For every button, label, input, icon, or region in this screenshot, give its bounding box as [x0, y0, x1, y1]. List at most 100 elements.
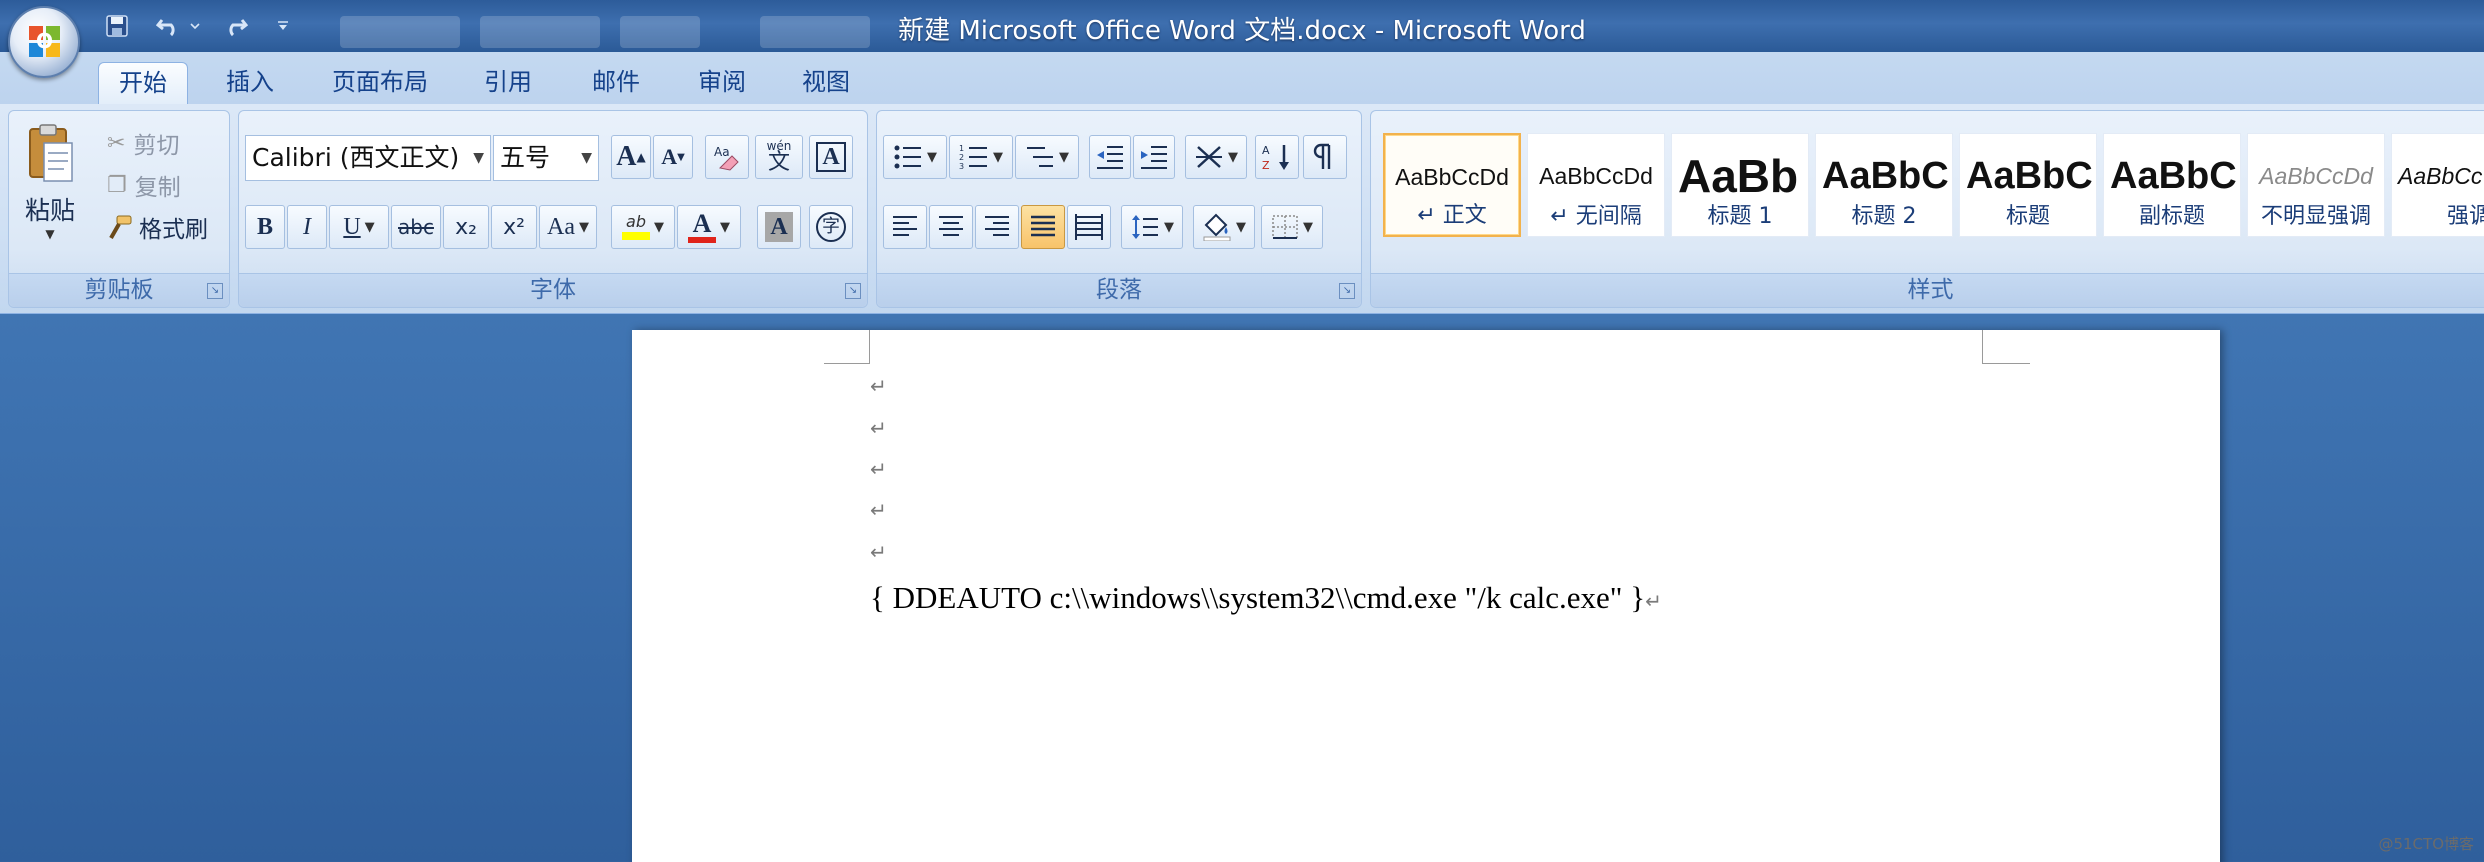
phonetic-guide-button[interactable]: wén 文 [755, 135, 803, 179]
distributed-icon [1075, 214, 1103, 240]
paste-dropdown-icon[interactable]: ▼ [17, 227, 83, 241]
italic-button[interactable]: I [287, 205, 327, 249]
highlight-dropdown-icon[interactable]: ▼ [654, 220, 664, 235]
undo-icon[interactable] [152, 9, 186, 43]
undo-dropdown-icon[interactable] [186, 9, 204, 43]
font-dialog-launcher-icon[interactable]: ↘ [845, 283, 861, 299]
underline-button[interactable]: U ▼ [329, 205, 389, 249]
increase-indent-icon [1141, 146, 1167, 169]
style-sample: AaBbC [1822, 155, 1949, 197]
align-center-button[interactable] [929, 205, 973, 249]
style-subtle-emphasis[interactable]: AaBbCcDd 不明显强调 [2247, 133, 2385, 237]
sort-button[interactable]: AZ [1255, 135, 1299, 179]
style-emphasis[interactable]: AaBbCc 强调 [2391, 133, 2484, 237]
style-sample: AaBb [1678, 150, 1799, 202]
copy-button[interactable]: ❐ 复制 [107, 167, 181, 203]
paragraph-mark: ↵ [870, 498, 887, 522]
change-case-dropdown-icon[interactable]: ▼ [579, 220, 589, 235]
multilevel-list-icon [1027, 147, 1053, 167]
style-heading-2[interactable]: AaBbC 标题 2 [1815, 133, 1953, 237]
numbering-icon: 123 [959, 144, 987, 171]
grow-font-icon: A [616, 141, 637, 172]
style-normal[interactable]: AaBbCcDd ↵ 正文 [1383, 133, 1521, 237]
style-title[interactable]: AaBbC 标题 [1959, 133, 2097, 237]
line-spacing-dropdown-icon[interactable]: ▼ [1164, 220, 1174, 235]
tab-view[interactable]: 视图 [782, 62, 870, 104]
justify-button[interactable] [1021, 205, 1065, 249]
change-case-button[interactable]: Aa ▼ [539, 205, 597, 249]
character-border-icon: A [816, 142, 846, 172]
tab-insert[interactable]: 插入 [206, 62, 294, 104]
tab-home[interactable]: 开始 [98, 62, 188, 104]
font-name-dropdown-icon[interactable]: ▼ [473, 136, 484, 180]
numbering-button[interactable]: 123 ▼ [949, 135, 1013, 179]
shading-dropdown-icon[interactable]: ▼ [1236, 220, 1246, 235]
subscript-button[interactable]: x₂ [443, 205, 489, 249]
svg-text:Aa: Aa [714, 145, 730, 159]
borders-button[interactable]: ▼ [1261, 205, 1323, 249]
font-size-select[interactable]: 五号 ▼ [493, 135, 599, 181]
svg-text:3: 3 [959, 162, 964, 171]
grow-font-button[interactable]: A ▲ [611, 135, 651, 179]
font-color-dropdown-icon[interactable]: ▼ [720, 220, 730, 235]
style-name: 不明显强调 [2260, 204, 2371, 229]
character-shading-button[interactable]: A [757, 205, 801, 249]
style-subtitle[interactable]: AaBbC 副标题 [2103, 133, 2241, 237]
shading-button[interactable]: ▼ [1193, 205, 1255, 249]
shrink-font-icon: A [661, 144, 678, 169]
multilevel-list-dropdown-icon[interactable]: ▼ [1059, 150, 1069, 165]
superscript-button[interactable]: x² [491, 205, 537, 249]
strikethrough-button[interactable]: abc [391, 205, 441, 249]
tab-review[interactable]: 审阅 [678, 62, 766, 104]
watermark: @51CTO博客 [2378, 835, 2474, 853]
format-painter-button[interactable]: 格式刷 [107, 209, 208, 245]
font-name-select[interactable]: Calibri (西文正文) ▼ [245, 135, 491, 181]
ribbon: 粘贴 ▼ ✂ 剪切 ❐ 复制 格式刷 剪贴板 ↘ Calibri (西文正文) … [0, 104, 2484, 314]
chinese-layout-dropdown-icon[interactable]: ▼ [1228, 150, 1238, 165]
bullets-dropdown-icon[interactable]: ▼ [927, 150, 937, 165]
justify-icon [1031, 215, 1055, 237]
window-title: 新建 Microsoft Office Word 文档.docx - Micro… [898, 16, 1586, 46]
cut-button[interactable]: ✂ 剪切 [107, 125, 179, 161]
decrease-indent-button[interactable] [1089, 135, 1131, 179]
show-formatting-marks-button[interactable] [1303, 135, 1347, 179]
paragraph-dialog-launcher-icon[interactable]: ↘ [1339, 283, 1355, 299]
increase-indent-button[interactable] [1133, 135, 1175, 179]
font-color-button[interactable]: A ▼ [677, 205, 741, 249]
font-size-value: 五号 [500, 143, 551, 172]
clear-formatting-button[interactable]: Aa [705, 135, 749, 179]
font-size-dropdown-icon[interactable]: ▼ [581, 136, 592, 180]
dde-field-code[interactable]: { DDEAUTO c:\\windows\\system32\\cmd.exe… [870, 580, 1662, 616]
enclose-characters-button[interactable]: 字 [809, 205, 853, 249]
align-left-button[interactable] [883, 205, 927, 249]
sort-icon: AZ [1262, 144, 1289, 172]
style-heading-1[interactable]: AaBb 标题 1 [1671, 133, 1809, 237]
save-icon[interactable] [100, 9, 134, 43]
ribbon-tab-row: 开始 插入 页面布局 引用 邮件 审阅 视图 [0, 52, 2484, 104]
character-border-button[interactable]: A [809, 135, 853, 179]
tab-page-layout[interactable]: 页面布局 [312, 62, 448, 104]
redo-icon[interactable] [218, 9, 252, 43]
office-button[interactable]: O [8, 6, 80, 78]
field-code-text: { DDEAUTO c:\\windows\\system32\\cmd.exe… [870, 580, 1646, 615]
tab-mailings[interactable]: 邮件 [572, 62, 660, 104]
tab-references[interactable]: 引用 [464, 62, 552, 104]
align-right-button[interactable] [975, 205, 1019, 249]
style-no-spacing[interactable]: AaBbCcDd ↵ 无间隔 [1527, 133, 1665, 237]
document-page[interactable]: ↵ ↵ ↵ ↵ ↵ { DDEAUTO c:\\windows\\system3… [632, 330, 2220, 862]
chinese-layout-button[interactable]: ▼ [1185, 135, 1247, 179]
line-spacing-button[interactable]: ▼ [1121, 205, 1183, 249]
shrink-font-button[interactable]: A ▼ [653, 135, 693, 179]
distributed-button[interactable] [1067, 205, 1111, 249]
clipboard-dialog-launcher-icon[interactable]: ↘ [207, 283, 223, 299]
numbering-dropdown-icon[interactable]: ▼ [993, 150, 1003, 165]
multilevel-list-button[interactable]: ▼ [1015, 135, 1079, 179]
customize-icon[interactable] [272, 9, 294, 43]
bullets-button[interactable]: ▼ [883, 135, 947, 179]
underline-dropdown-icon[interactable]: ▼ [365, 220, 375, 235]
bold-button[interactable]: B [245, 205, 285, 249]
borders-dropdown-icon[interactable]: ▼ [1303, 220, 1313, 235]
copy-label: 复制 [134, 175, 181, 201]
highlight-button[interactable]: ab ▼ [611, 205, 675, 249]
paste-button[interactable]: 粘贴 ▼ [17, 119, 83, 259]
